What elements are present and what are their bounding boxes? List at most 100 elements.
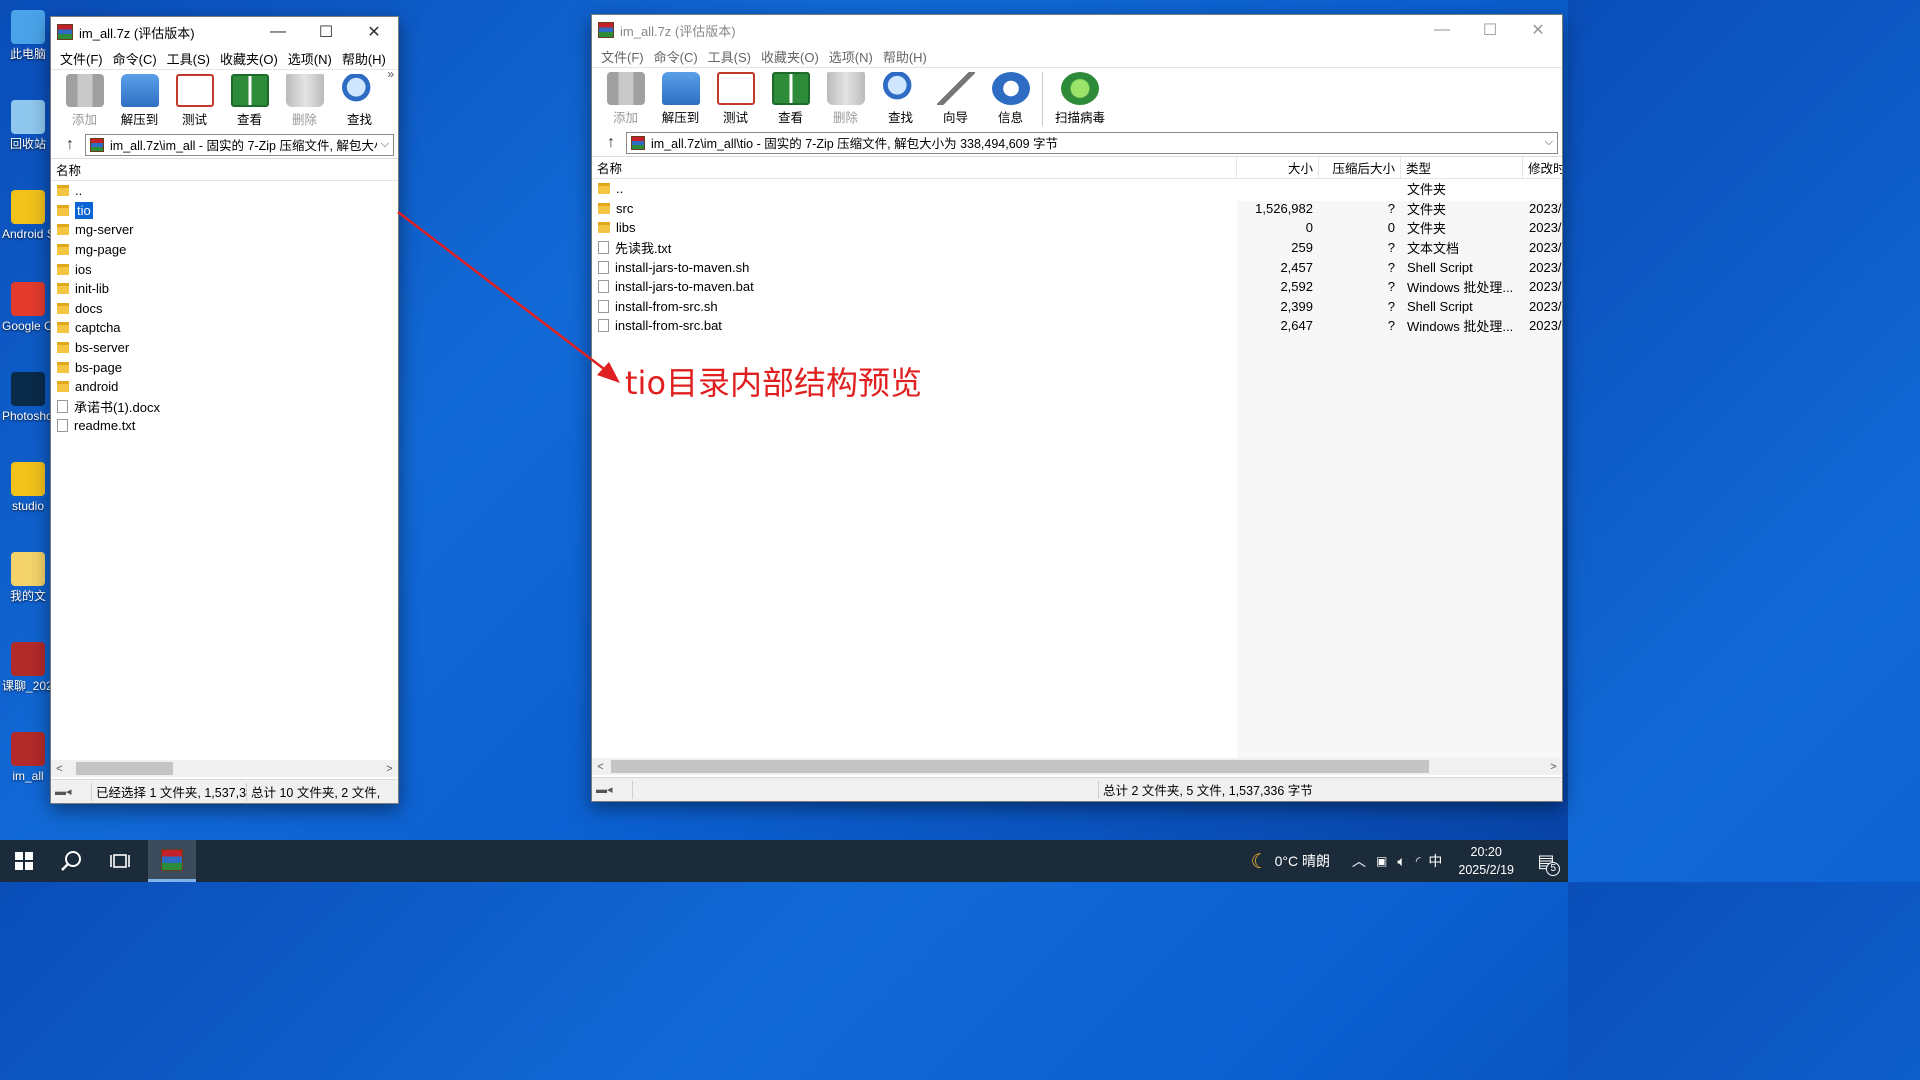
desktop-icon[interactable]: im_all xyxy=(2,732,54,784)
column-header-type[interactable]: 类型 xyxy=(1401,157,1523,178)
scroll-left-arrow-icon[interactable]: < xyxy=(51,763,68,775)
scroll-right-arrow-icon[interactable]: > xyxy=(1545,761,1562,773)
scroll-thumb[interactable] xyxy=(611,760,1429,773)
list-item[interactable]: mg-server xyxy=(51,220,398,240)
scroll-left-arrow-icon[interactable]: < xyxy=(592,761,609,773)
menu-item[interactable]: 命令(C) xyxy=(649,47,703,66)
left-horizontal-scrollbar[interactable]: < > xyxy=(51,760,398,777)
list-item[interactable]: 承诺书(1).docx xyxy=(51,397,398,417)
desktop-icon[interactable]: Google Chrome xyxy=(2,282,54,334)
toolbar-button-2[interactable]: 解压到 xyxy=(112,72,167,128)
menu-item[interactable]: 命令(C) xyxy=(108,49,162,68)
desktop-icon[interactable]: Photoshop xyxy=(2,372,54,424)
list-item[interactable]: bs-server xyxy=(51,338,398,358)
menu-item[interactable]: 帮助(H) xyxy=(878,47,932,66)
toolbar-button-1[interactable]: 添加 xyxy=(57,72,112,128)
column-header-name[interactable]: 名称 xyxy=(51,159,398,180)
scroll-thumb[interactable] xyxy=(76,762,173,775)
menu-item[interactable]: 工具(S) xyxy=(162,49,215,68)
left-titlebar[interactable]: im_all.7z (评估版本) — ☐ ✕ xyxy=(51,17,398,47)
table-row[interactable]: install-jars-to-maven.bat 2,592? Windows 批… xyxy=(592,277,1562,297)
toolbar-button-8[interactable]: 信息 xyxy=(983,70,1038,126)
list-item[interactable]: init-lib xyxy=(51,279,398,299)
column-header-name[interactable]: 名称 xyxy=(592,157,1237,178)
maximize-button[interactable]: ☐ xyxy=(302,17,350,47)
up-arrow-icon[interactable]: ↑ xyxy=(596,134,626,152)
list-item[interactable]: captcha xyxy=(51,318,398,338)
desktop-icon[interactable]: 回收站 xyxy=(2,100,54,152)
minimize-button[interactable]: — xyxy=(254,17,302,47)
menu-item[interactable]: 收藏夹(O) xyxy=(756,47,824,66)
table-row[interactable]: .. 文件夹 xyxy=(592,179,1562,199)
column-header-modified[interactable]: 修改时 xyxy=(1523,157,1562,178)
right-titlebar[interactable]: im_all.7z (评估版本) — ☐ ✕ xyxy=(592,15,1562,45)
file-packed-size: ? xyxy=(1387,279,1395,295)
desktop-icon[interactable]: 此电脑 xyxy=(2,10,54,62)
volume-icon[interactable]: 🔈︎ xyxy=(1397,853,1405,870)
list-item[interactable]: docs xyxy=(51,299,398,319)
toolbar-button-9[interactable]: 扫描病毒 xyxy=(1047,70,1113,126)
toolbar-button-2[interactable]: 解压到 xyxy=(653,70,708,126)
column-header-size[interactable]: 大小 xyxy=(1237,157,1319,178)
address-combobox[interactable]: im_all.7z\im_all\tio - 固实的 7-Zip 压缩文件, 解… xyxy=(626,131,1558,154)
task-view-button[interactable] xyxy=(96,840,144,882)
toolbar-button-5[interactable]: 删除 xyxy=(818,70,873,126)
toolbar-button-7[interactable]: 向导 xyxy=(928,70,983,126)
table-row[interactable]: install-from-src.bat 2,647? Windows 批处理...… xyxy=(592,316,1562,336)
column-header-packed[interactable]: 压缩后大小 xyxy=(1319,157,1401,178)
desktop-icon[interactable]: 我的文 xyxy=(2,552,54,604)
menu-item[interactable]: 选项(N) xyxy=(824,47,878,66)
toolbar-button-4[interactable]: 查看 xyxy=(222,72,277,128)
table-row[interactable]: install-from-src.sh 2,399? Shell Script 202… xyxy=(592,297,1562,317)
toolbar-button-1[interactable]: 添加 xyxy=(598,70,653,126)
desktop-icon[interactable]: Android Studio2 xyxy=(2,190,54,242)
search-button[interactable] xyxy=(48,840,96,882)
address-combobox[interactable]: im_all.7z\im_all - 固实的 7-Zip 压缩文件, 解包大小 … xyxy=(85,133,394,156)
list-item[interactable]: tio xyxy=(51,201,398,221)
table-row[interactable]: install-jars-to-maven.sh 2,457? Shell Scri… xyxy=(592,257,1562,277)
notification-center-button[interactable]: ▤ 5 xyxy=(1524,840,1568,882)
minimize-button[interactable]: — xyxy=(1418,15,1466,45)
toolbar-button-6[interactable]: 查找 xyxy=(873,70,928,126)
list-item[interactable]: mg-page xyxy=(51,240,398,260)
close-button[interactable]: ✕ xyxy=(1514,15,1562,45)
network-icon[interactable]: ◜ xyxy=(1416,854,1421,868)
list-item[interactable]: readme.txt xyxy=(51,416,398,436)
menu-item[interactable]: 工具(S) xyxy=(703,47,756,66)
list-item[interactable]: .. xyxy=(51,181,398,201)
menu-item[interactable]: 帮助(H) xyxy=(337,49,391,68)
chevron-up-icon[interactable]: ︿ xyxy=(1352,851,1366,871)
weather-text[interactable]: 0°C 晴朗 xyxy=(1275,851,1330,871)
toolbar-button-5[interactable]: 删除 xyxy=(277,72,332,128)
list-item[interactable]: android xyxy=(51,377,398,397)
right-horizontal-scrollbar[interactable]: < > xyxy=(592,758,1562,775)
menu-item[interactable]: 收藏夹(O) xyxy=(215,49,283,68)
toolbar-button-3[interactable]: 测试 xyxy=(167,72,222,128)
menu-item[interactable]: 选项(N) xyxy=(283,49,337,68)
desktop-icon[interactable]: 课聊_2023.07 xyxy=(2,642,54,694)
file-type: 文件夹 xyxy=(1407,221,1447,237)
list-item[interactable]: bs-page xyxy=(51,357,398,377)
camera-icon[interactable]: ▣ xyxy=(1376,854,1387,868)
list-item[interactable]: ios xyxy=(51,259,398,279)
table-row[interactable]: 先读我.txt 259? 文本文档 2023/ xyxy=(592,238,1562,258)
toolbar-overflow-button[interactable]: » xyxy=(387,67,394,81)
toolbar-button-6[interactable]: 查找 xyxy=(332,72,387,128)
clock[interactable]: 20:20 2025/2/19 xyxy=(1448,843,1524,879)
scroll-right-arrow-icon[interactable]: > xyxy=(381,763,398,775)
toolbar-button-4[interactable]: 查看 xyxy=(763,70,818,126)
chevron-down-icon[interactable]: ⌵ xyxy=(381,138,389,151)
start-button[interactable] xyxy=(0,840,48,882)
maximize-button[interactable]: ☐ xyxy=(1466,15,1514,45)
up-arrow-icon[interactable]: ↑ xyxy=(55,136,85,154)
taskbar-winrar-app[interactable] xyxy=(148,840,196,882)
toolbar-button-3[interactable]: 测试 xyxy=(708,70,763,126)
ime-indicator[interactable]: 中 xyxy=(1428,851,1442,871)
chevron-down-icon[interactable]: ⌵ xyxy=(1545,136,1553,149)
table-row[interactable]: src 1,526,982? 文件夹 2023/ xyxy=(592,199,1562,219)
table-row[interactable]: libs 0 0 文件夹 2023/ xyxy=(592,218,1562,238)
close-button[interactable]: ✕ xyxy=(350,17,398,47)
menu-item[interactable]: 文件(F) xyxy=(55,49,108,68)
menu-item[interactable]: 文件(F) xyxy=(596,47,649,66)
desktop-icon[interactable]: studio xyxy=(2,462,54,514)
